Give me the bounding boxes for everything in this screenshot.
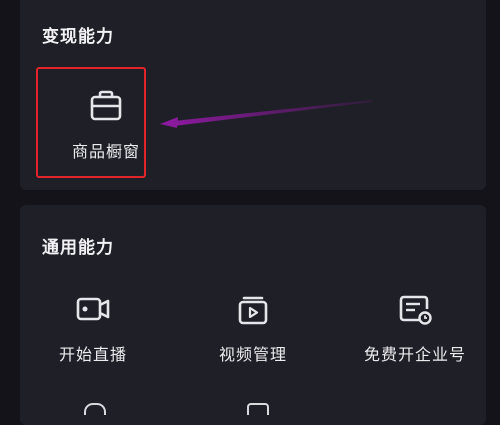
video-manage-label: 视频管理 <box>218 345 287 364</box>
enterprise-account-icon <box>399 295 432 325</box>
more-item-icon <box>84 403 106 415</box>
highlight-box <box>36 67 146 178</box>
pointer-arrow <box>160 100 372 128</box>
enterprise-account-button[interactable]: 免费开企业号 <box>345 289 485 399</box>
video-manage-icon <box>238 296 268 325</box>
enterprise-account-label: 免费开企业号 <box>363 345 466 364</box>
start-live-label: 开始直播 <box>58 345 127 364</box>
video-manage-button[interactable]: 视频管理 <box>183 289 323 399</box>
live-camera-icon <box>76 297 110 321</box>
start-live-button[interactable]: 开始直播 <box>23 289 163 399</box>
general-section: 通用能力 开始直播 视频管理 免费开企业号 <box>20 205 486 425</box>
monetize-section-title: 变现能力 <box>42 27 114 47</box>
more-item-icon-2 <box>247 403 269 415</box>
general-section-title: 通用能力 <box>42 238 114 258</box>
